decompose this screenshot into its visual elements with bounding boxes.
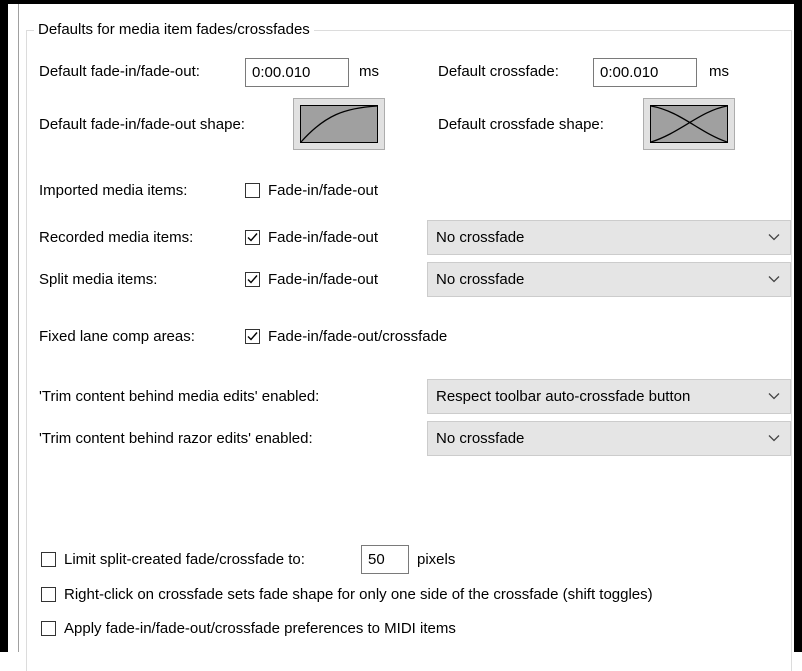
split-items-label: Split media items: xyxy=(39,271,158,288)
window-border-right xyxy=(794,0,802,652)
fixed-lane-label: Fixed lane comp areas: xyxy=(39,328,195,345)
recorded-fade-checkbox[interactable] xyxy=(245,230,260,245)
limit-split-label: Limit split-created fade/crossfade to: xyxy=(64,551,305,568)
trim-razor-value: No crossfade xyxy=(436,430,525,447)
limit-split-unit: pixels xyxy=(417,551,456,568)
trim-media-dropdown[interactable]: Respect toolbar auto-crossfade button xyxy=(427,379,791,414)
imported-fade-checkbox[interactable] xyxy=(245,183,260,198)
default-crossfade-unit: ms xyxy=(709,63,729,80)
fixed-lane-checkbox-label: Fade-in/fade-out/crossfade xyxy=(268,328,448,345)
checkmark-icon xyxy=(247,233,258,242)
recorded-crossfade-dropdown[interactable]: No crossfade xyxy=(427,220,791,255)
default-fade-unit: ms xyxy=(359,63,379,80)
limit-split-input[interactable]: 50 xyxy=(361,545,409,574)
trim-media-label: 'Trim content behind media edits' enable… xyxy=(39,388,320,405)
checkmark-icon xyxy=(247,275,258,284)
panel-divider xyxy=(18,4,19,652)
default-fade-label: Default fade-in/fade-out: xyxy=(39,63,200,80)
chevron-down-icon xyxy=(768,393,780,400)
recorded-fade-checkbox-label: Fade-in/fade-out xyxy=(268,229,379,246)
recorded-items-label: Recorded media items: xyxy=(39,229,194,246)
fade-curve-icon xyxy=(300,105,378,143)
apply-midi-label: Apply fade-in/fade-out/crossfade prefere… xyxy=(64,620,456,637)
limit-split-checkbox[interactable] xyxy=(41,552,56,567)
split-crossfade-dropdown[interactable]: No crossfade xyxy=(427,262,791,297)
fixed-lane-checkbox[interactable] xyxy=(245,329,260,344)
imported-fade-checkbox-label: Fade-in/fade-out xyxy=(268,182,379,199)
default-crossfade-input[interactable]: 0:00.010 xyxy=(593,58,697,87)
fade-shape-label: Default fade-in/fade-out shape: xyxy=(39,116,245,133)
right-click-crossfade-checkbox[interactable] xyxy=(41,587,56,602)
trim-razor-label: 'Trim content behind razor edits' enable… xyxy=(39,430,313,447)
split-fade-checkbox-label: Fade-in/fade-out xyxy=(268,271,379,288)
checkmark-icon xyxy=(247,332,258,341)
imported-items-label: Imported media items: xyxy=(39,182,188,199)
fade-shape-button[interactable] xyxy=(293,98,385,150)
crossfade-shape-button[interactable] xyxy=(643,98,735,150)
group-title: Defaults for media item fades/crossfades xyxy=(34,20,314,40)
split-crossfade-value: No crossfade xyxy=(436,271,525,288)
chevron-down-icon xyxy=(768,435,780,442)
split-fade-checkbox[interactable] xyxy=(245,272,260,287)
recorded-crossfade-value: No crossfade xyxy=(436,229,525,246)
crossfade-shape-label: Default crossfade shape: xyxy=(438,116,604,133)
crossfade-curve-icon xyxy=(650,105,728,143)
chevron-down-icon xyxy=(768,276,780,283)
window-border-top xyxy=(0,0,802,4)
window-border-left xyxy=(0,0,8,652)
right-click-crossfade-label: Right-click on crossfade sets fade shape… xyxy=(64,586,653,603)
trim-media-value: Respect toolbar auto-crossfade button xyxy=(436,388,691,405)
default-crossfade-label: Default crossfade: xyxy=(438,63,559,80)
default-fade-input[interactable]: 0:00.010 xyxy=(245,58,349,87)
trim-razor-dropdown[interactable]: No crossfade xyxy=(427,421,791,456)
apply-midi-checkbox[interactable] xyxy=(41,621,56,636)
chevron-down-icon xyxy=(768,234,780,241)
